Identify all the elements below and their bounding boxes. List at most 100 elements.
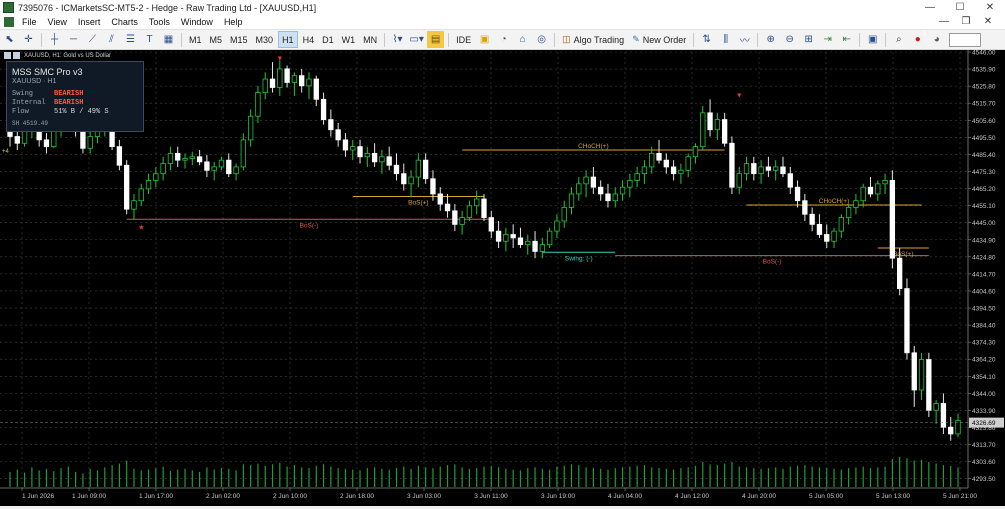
flow-row: Flow 51% B / 49% S xyxy=(12,108,109,116)
shapes-icon[interactable]: ▦ xyxy=(160,31,177,48)
child-minimize-button[interactable]: — xyxy=(933,15,955,29)
candle-body xyxy=(255,92,261,117)
menu-insert[interactable]: Insert xyxy=(78,17,101,27)
new-order-button[interactable]: ✎ New Order xyxy=(629,31,689,48)
templates-icon[interactable]: ▭▾ xyxy=(408,31,425,48)
indicator-panel[interactable]: MSS SMC Pro v3 XAUUSD · H1 Swing BEARISH … xyxy=(6,61,144,132)
market-icon[interactable]: ⌂ xyxy=(514,31,531,48)
timeframe-m1[interactable]: M1 xyxy=(186,31,205,48)
candle-body xyxy=(641,166,648,175)
internal-row: Internal BEARISH xyxy=(12,99,84,107)
chart-shift-icon[interactable]: ⇤ xyxy=(838,31,855,48)
zoom-out-icon[interactable]: ⊖ xyxy=(781,31,798,48)
timeframe-w1[interactable]: W1 xyxy=(339,31,359,48)
candle-body xyxy=(131,200,137,210)
candle-body xyxy=(189,156,195,159)
fibonacci-icon[interactable]: ☰ xyxy=(122,31,139,48)
search-icon[interactable]: ⌕ xyxy=(890,31,907,48)
candle-body xyxy=(802,200,808,215)
menu-file[interactable]: File xyxy=(22,17,37,27)
candle-body xyxy=(167,152,174,164)
price-label: 4333.90 xyxy=(972,408,996,415)
algo-trading-icon: ◫ xyxy=(562,34,571,44)
price-label: 4505.60 xyxy=(972,118,996,125)
screenshot-icon[interactable]: ▣ xyxy=(864,31,881,48)
price-label: 4475.30 xyxy=(972,169,996,176)
zoom-in-icon[interactable]: ⊕ xyxy=(762,31,779,48)
candle-body xyxy=(794,186,801,202)
toolbar: ⬉ ✛ ┼ ─ ⟋ ⫽ ☰ T ▦ M1 M5 M15 M30 H1 H4 D1… xyxy=(0,30,1005,50)
timeframe-d1[interactable]: D1 xyxy=(319,31,337,48)
signals-icon[interactable]: ◔ xyxy=(495,31,512,48)
bar-chart-icon[interactable]: ⫼ xyxy=(717,31,734,48)
candle-body xyxy=(721,119,728,144)
time-label: 5 Jun 21:00 xyxy=(943,493,977,500)
candle-body xyxy=(598,186,604,195)
time-label: 4 Jun 20:00 xyxy=(742,493,776,500)
candle-body xyxy=(204,161,210,171)
text-icon[interactable]: T xyxy=(141,31,158,48)
time-label: 2 Jun 18:00 xyxy=(340,493,374,500)
tile-windows-icon[interactable]: ⊞ xyxy=(800,31,817,48)
timeframe-m30[interactable]: M30 xyxy=(253,31,277,48)
chart-type-icon[interactable]: ⌇▾ xyxy=(389,31,406,48)
timeframe-h1[interactable]: H1 xyxy=(278,31,298,48)
candle-body xyxy=(670,166,677,175)
maximize-button[interactable]: ☐ xyxy=(945,0,975,15)
close-button[interactable]: ✕ xyxy=(975,0,1005,15)
app-icon xyxy=(3,2,14,13)
one-click-trading-icon[interactable] xyxy=(13,52,20,59)
candle-body xyxy=(634,173,640,181)
menu-view[interactable]: View xyxy=(48,17,67,27)
new-order-label: New Order xyxy=(642,34,687,45)
menu-help[interactable]: Help xyxy=(224,17,243,27)
toolbar-divider xyxy=(757,32,759,47)
timeframe-h4[interactable]: H4 xyxy=(300,31,318,48)
timeframe-m15[interactable]: M15 xyxy=(227,31,251,48)
vps-icon[interactable]: ◎ xyxy=(533,31,550,48)
objects-list-icon[interactable]: ▤ xyxy=(427,31,445,48)
candle-body xyxy=(875,183,881,195)
notifications-icon[interactable]: ● 1 xyxy=(909,31,927,48)
child-restore-button[interactable]: ❐ xyxy=(955,15,977,29)
menu-charts[interactable]: Charts xyxy=(111,17,138,27)
crosshair-icon[interactable]: ✛ xyxy=(20,31,37,48)
vertical-line-icon[interactable]: ┼ xyxy=(46,31,63,48)
timeframe-mn[interactable]: MN xyxy=(360,31,380,48)
search-input[interactable] xyxy=(949,32,982,47)
toolbar-divider xyxy=(181,32,182,47)
menu-tools[interactable]: Tools xyxy=(149,17,170,27)
candle-body xyxy=(423,159,429,180)
horizontal-line-icon[interactable]: ─ xyxy=(65,31,82,48)
menu-window[interactable]: Window xyxy=(181,17,213,27)
channel-icon[interactable]: ⫽ xyxy=(103,31,120,48)
structure-label: BoS(-) xyxy=(300,222,319,229)
candle-body xyxy=(897,257,903,289)
candle-body xyxy=(262,78,268,93)
depth-of-market-icon[interactable]: ⇅ xyxy=(698,31,715,48)
child-close-button[interactable]: ✕ xyxy=(977,15,999,29)
line-chart-icon[interactable]: 〰 xyxy=(736,31,753,48)
autoscroll-icon[interactable]: ⇥ xyxy=(819,31,836,48)
candle-body xyxy=(444,203,451,212)
time-label: 2 Jun 02:00 xyxy=(206,493,240,500)
timeframe-m5[interactable]: M5 xyxy=(207,31,226,48)
cursor-icon[interactable]: ⬉ xyxy=(1,31,18,48)
algo-trading-button[interactable]: ◫ Algo Trading xyxy=(559,31,627,48)
candle-body xyxy=(889,180,896,259)
candle-body xyxy=(320,98,327,120)
time-label: 3 Jun 19:00 xyxy=(541,493,575,500)
ide-button[interactable]: IDE xyxy=(453,31,474,48)
account-icon[interactable]: ◕ xyxy=(928,31,945,48)
candle-body xyxy=(87,136,93,149)
price-chart[interactable]: BoS(-) BoS(+) CHoCH(+) CHoCH(+) Swing: (-) Bo… xyxy=(0,50,1005,506)
minimize-button[interactable]: — xyxy=(915,0,945,15)
symbol-menu-icon[interactable] xyxy=(4,52,11,59)
lock-icon[interactable]: ▣ xyxy=(476,31,493,48)
candle-body xyxy=(488,217,494,232)
candle-body xyxy=(692,146,699,158)
candle-body xyxy=(510,234,516,239)
candle-body xyxy=(386,156,392,166)
candle-body xyxy=(700,112,706,148)
trendline-icon[interactable]: ⟋ xyxy=(84,31,101,48)
